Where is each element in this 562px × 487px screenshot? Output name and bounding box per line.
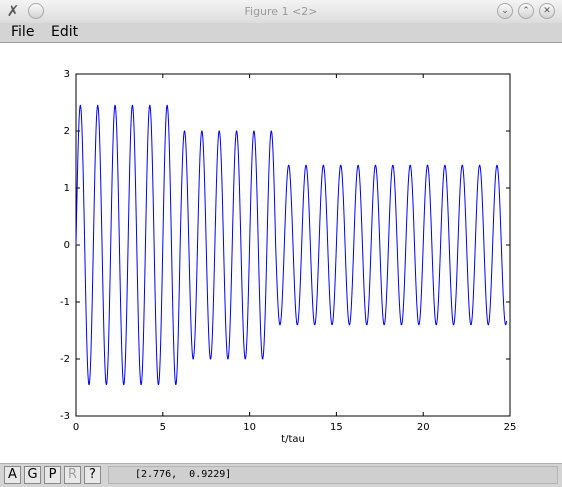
maximize-button[interactable]: ⌃ bbox=[518, 3, 534, 19]
y-tick-label: -2 bbox=[60, 354, 70, 365]
autoscale-button[interactable]: A bbox=[4, 466, 21, 484]
y-tick-label: -1 bbox=[60, 297, 70, 308]
y-tick-label: 0 bbox=[64, 240, 70, 251]
x-tick-label: 0 bbox=[73, 422, 79, 433]
help-button[interactable]: ? bbox=[84, 466, 101, 484]
rotate-button-label: R bbox=[67, 467, 78, 482]
close-button[interactable]: ✕ bbox=[539, 3, 555, 19]
menu-edit[interactable]: Edit bbox=[51, 23, 78, 42]
rotate-button[interactable]: R bbox=[64, 466, 81, 484]
x-tick-label: 25 bbox=[504, 422, 517, 433]
y-tick-label: -3 bbox=[60, 411, 70, 422]
status-bar: A G P R ? [2.776, 0.9229] bbox=[0, 463, 562, 487]
minimize-button[interactable]: ⌄ bbox=[497, 3, 513, 19]
menu-file[interactable]: File bbox=[11, 23, 34, 42]
x-tick-label: 10 bbox=[243, 422, 256, 433]
pan-button-label: P bbox=[48, 467, 57, 482]
y-tick-label: 2 bbox=[64, 126, 70, 137]
grid-button-label: G bbox=[27, 467, 38, 482]
x-tick-label: 15 bbox=[330, 422, 343, 433]
menu-file-label: File bbox=[11, 24, 35, 40]
y-tick-label: 1 bbox=[64, 183, 70, 194]
autoscale-button-label: A bbox=[8, 467, 17, 482]
x-tick-label: 20 bbox=[417, 422, 430, 433]
x-axis-label: t/tau bbox=[281, 434, 305, 445]
coordinate-readout: [2.776, 0.9229] bbox=[108, 466, 558, 484]
menu-bar: File Edit bbox=[0, 23, 562, 43]
y-tick-label: 3 bbox=[64, 69, 70, 80]
series-line-0 bbox=[75, 104, 508, 386]
line-chart[interactable]: 0 5 10 15 20 25 -3 -2 -1 0 1 2 3 t/tau bbox=[0, 43, 562, 463]
grid-button[interactable]: G bbox=[24, 466, 41, 484]
pan-button[interactable]: P bbox=[44, 466, 61, 484]
menu-edit-label: Edit bbox=[51, 24, 79, 40]
window-title: Figure 1 <2> bbox=[244, 5, 318, 18]
help-button-label: ? bbox=[89, 467, 96, 482]
plot-area[interactable]: 0 5 10 15 20 25 -3 -2 -1 0 1 2 3 t/tau bbox=[0, 43, 562, 463]
window-titlebar[interactable]: ✗ Figure 1 <2> ⌄ ⌃ ✕ bbox=[0, 0, 562, 24]
x-tick-label: 5 bbox=[160, 422, 166, 433]
